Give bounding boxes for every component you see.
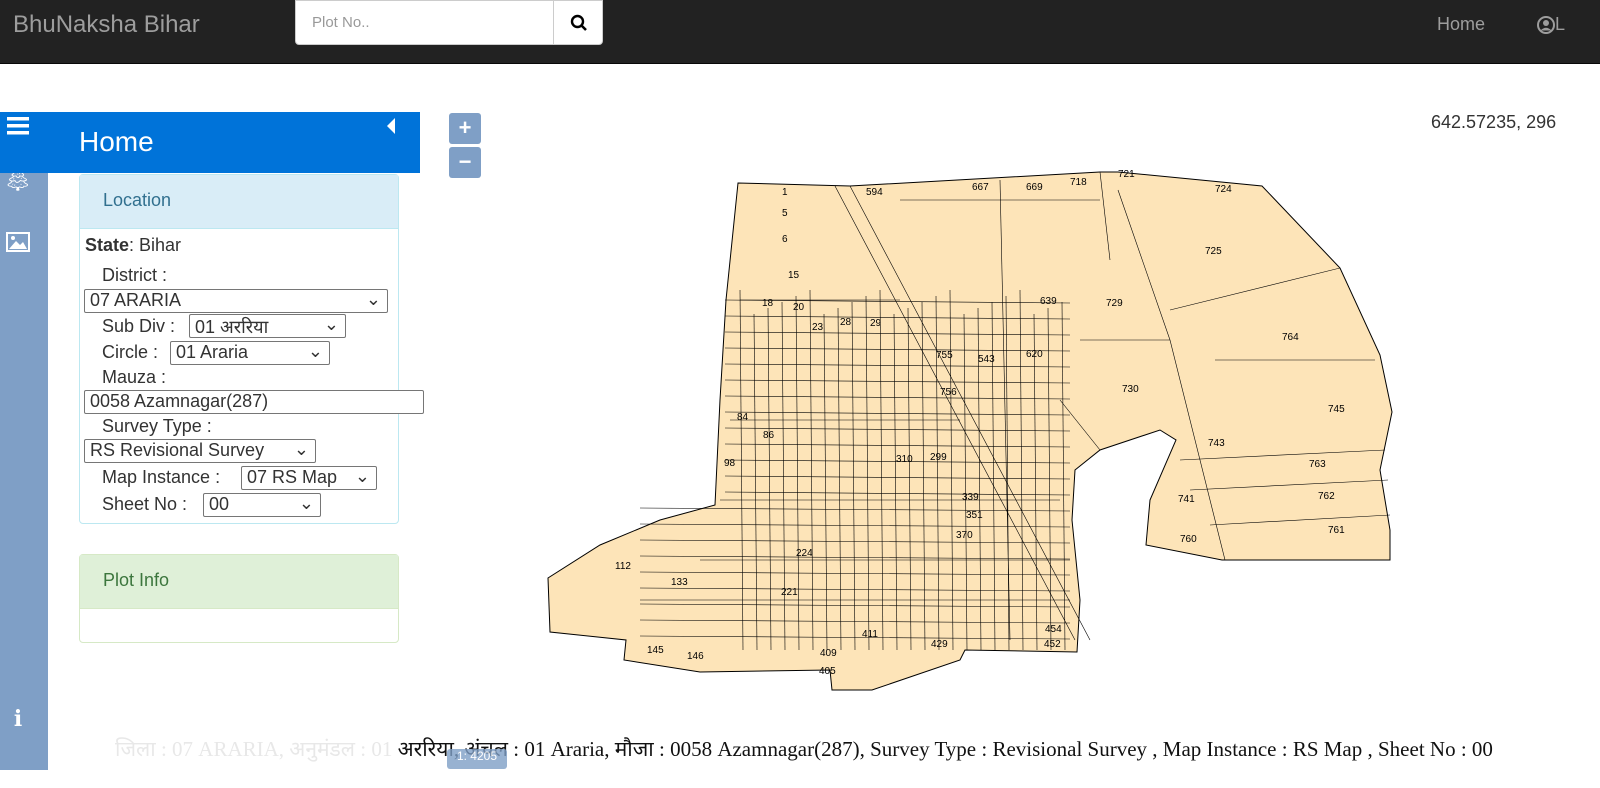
plot-number-label[interactable]: 370 [956,530,973,541]
plot-number-label[interactable]: 28 [840,317,852,328]
plot-number-label[interactable]: 718 [1070,177,1087,188]
plot-number-label[interactable]: 299 [930,452,947,463]
plot-number-label[interactable]: 667 [972,182,989,193]
plot-number-label[interactable]: 729 [1106,298,1123,309]
summary-text: अररिया, अंचल : 01 Araria, मौजा : 0058 Az… [397,737,1493,761]
plot-number-label[interactable]: 98 [724,458,736,469]
plot-number-label[interactable]: 112 [615,561,631,572]
plot-number-label[interactable]: 594 [866,187,883,198]
plot-number-label[interactable]: 5 [782,208,788,219]
plot-number-label[interactable]: 761 [1328,525,1345,536]
plot-number-label[interactable]: 339 [962,492,979,503]
plot-number-label[interactable]: 310 [896,454,913,465]
plot-number-label[interactable]: 1 [782,187,788,198]
plot-number-label[interactable]: 743 [1208,438,1225,449]
plot-number-label[interactable]: 6 [782,234,788,245]
plot-number-label[interactable]: 29 [870,318,882,329]
summary-faded: जिला : 07 ARARIA, अनुमंडल : 01 [115,737,398,761]
plot-number-label[interactable]: 745 [1328,404,1345,415]
plot-number-label[interactable]: 405 [819,666,836,677]
plot-number-label[interactable]: 145 [647,645,664,656]
cadastral-map[interactable]: 15615594 667 669 71872172472576474573074376… [0,0,1600,788]
plot-number-label[interactable]: 755 [936,350,953,361]
plot-number-label[interactable]: 730 [1122,384,1139,395]
plot-number-label[interactable]: 84 [737,412,749,423]
plot-number-label[interactable]: 760 [1180,534,1197,545]
plot-number-label[interactable]: 351 [966,510,983,521]
plot-number-label[interactable]: 133 [671,577,688,588]
plot-number-label[interactable]: 620 [1026,349,1043,360]
plot-number-label[interactable]: 224 [796,548,813,559]
plot-number-label[interactable]: 756 [940,387,957,398]
plot-number-label[interactable]: 724 [1215,184,1232,195]
plot-number-label[interactable]: 429 [931,639,948,650]
plot-number-label[interactable]: 411 [862,629,878,640]
plot-number-label[interactable]: 669 [1026,182,1043,193]
plot-number-label[interactable]: 409 [820,648,837,659]
plot-number-label[interactable]: 23 [812,322,824,333]
plot-number-label[interactable]: 543 [978,354,995,365]
plot-number-label[interactable]: 452 [1044,639,1061,650]
plot-number-label[interactable]: 454 [1045,624,1062,635]
plot-number-label[interactable]: 762 [1318,491,1335,502]
plot-number-label[interactable]: 221 [781,587,798,598]
plot-number-label[interactable]: 764 [1282,332,1299,343]
plot-number-label[interactable]: 18 [762,298,774,309]
plot-number-label[interactable]: 721 [1118,169,1135,180]
plot-number-label[interactable]: 15 [788,270,800,281]
plot-number-label[interactable]: 725 [1205,246,1222,257]
plot-number-label[interactable]: 20 [793,302,805,313]
plot-number-label[interactable]: 741 [1178,494,1195,505]
plot-number-label[interactable]: 146 [687,651,704,662]
plot-number-label[interactable]: 86 [763,430,775,441]
village-boundary[interactable] [547,171,1393,691]
plot-number-label[interactable]: 639 [1040,296,1057,307]
scale-indicator: 1: 4205 [447,749,507,769]
plot-number-label[interactable]: 763 [1309,459,1326,470]
location-summary: जिला : 07 ARARIA, अनुमंडल : 01 अररिया, अ… [115,735,1493,763]
